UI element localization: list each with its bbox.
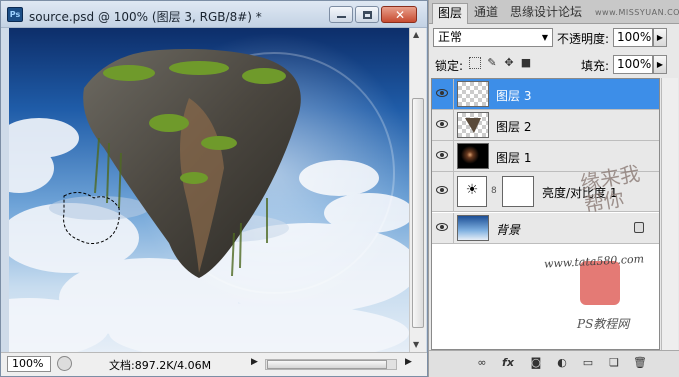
watermark-text: PS教程网 bbox=[577, 317, 630, 331]
navigator-icon[interactable] bbox=[57, 356, 72, 371]
layer-name: 背景 bbox=[496, 223, 521, 237]
site-watermark: www.MISSYUAN.COM bbox=[595, 8, 679, 17]
layer-name: 图层 3 bbox=[496, 89, 532, 103]
watermark-url: www.tata580.com bbox=[543, 252, 645, 271]
minimize-icon bbox=[337, 16, 346, 18]
opacity-label: 不透明度: bbox=[557, 32, 610, 46]
vertical-scrollbar[interactable]: ▲ ▼ bbox=[409, 28, 426, 352]
lock-position-icon[interactable]: ✥ bbox=[503, 57, 515, 69]
add-mask-icon[interactable]: ◙ bbox=[529, 356, 543, 370]
tab-forum[interactable]: 思缘设计论坛 bbox=[505, 3, 587, 24]
maximize-icon bbox=[363, 11, 372, 19]
info-menu-arrow-icon[interactable]: ▶ bbox=[251, 357, 258, 367]
vertical-scroll-thumb[interactable] bbox=[412, 98, 424, 328]
layer-thumbnail bbox=[457, 81, 489, 107]
adjustment-layer-icon[interactable]: ◐ bbox=[555, 356, 569, 370]
fill-label: 填充: bbox=[581, 59, 610, 73]
layer-name: 图层 1 bbox=[496, 151, 532, 165]
maximize-button[interactable] bbox=[355, 6, 379, 23]
close-icon: ✕ bbox=[395, 8, 406, 22]
layer-mask-thumbnail[interactable] bbox=[502, 176, 534, 207]
link-layers-icon[interactable]: ∞ bbox=[475, 356, 489, 370]
minimize-button[interactable] bbox=[329, 6, 353, 23]
lock-label: 锁定: bbox=[435, 59, 464, 73]
visibility-eye-icon[interactable] bbox=[432, 213, 454, 243]
panel-tabs: 图层 通道 思缘设计论坛 www.MISSYUAN.COM bbox=[429, 0, 679, 24]
horizontal-scrollbar[interactable] bbox=[265, 359, 397, 370]
chevron-down-icon: ▼ bbox=[541, 33, 548, 42]
close-button[interactable]: ✕ bbox=[381, 6, 417, 23]
new-group-icon[interactable]: ▭ bbox=[581, 356, 595, 370]
layer-thumbnail bbox=[457, 143, 489, 169]
blend-mode-value: 正常 bbox=[438, 30, 463, 44]
opacity-slider-icon[interactable]: ▶ bbox=[653, 28, 667, 47]
blend-row: 正常 ▼ 不透明度: 100% ▶ bbox=[429, 24, 679, 49]
fill-field[interactable]: 100% bbox=[613, 55, 653, 74]
layers-list: 图层 3 图层 2 图层 1 ☀ 8 亮度/对比度 1 背景 缘来我帮你 PS教… bbox=[431, 78, 660, 350]
lock-transparency-icon[interactable] bbox=[469, 57, 481, 69]
canvas-artwork bbox=[9, 33, 409, 352]
visibility-eye-icon[interactable] bbox=[432, 79, 454, 109]
layer-name: 图层 2 bbox=[496, 120, 532, 134]
horizontal-scroll-thumb[interactable] bbox=[267, 360, 387, 369]
document-titlebar[interactable]: Ps source.psd @ 100% (图层 3, RGB/8#) * ✕ bbox=[1, 1, 427, 28]
fill-slider-icon[interactable]: ▶ bbox=[653, 55, 667, 74]
link-chain-icon[interactable]: 8 bbox=[491, 186, 497, 196]
blend-mode-select[interactable]: 正常 ▼ bbox=[433, 28, 553, 47]
document-title: source.psd @ 100% (图层 3, RGB/8#) * bbox=[29, 10, 262, 24]
layer-row-3[interactable]: 图层 3 bbox=[432, 79, 659, 110]
lock-row: 锁定: ✎ ✥ ■ 填充: 100% ▶ bbox=[429, 51, 679, 76]
lock-all-icon[interactable]: ■ bbox=[520, 57, 532, 69]
document-info[interactable]: 文档:897.2K/4.06M bbox=[109, 357, 211, 373]
layers-panel: 图层 通道 思缘设计论坛 www.MISSYUAN.COM 正常 ▼ 不透明度:… bbox=[428, 0, 679, 377]
scroll-right-icon[interactable]: ▶ bbox=[405, 357, 412, 367]
scroll-up-icon[interactable]: ▲ bbox=[413, 31, 423, 39]
layer-row-background[interactable]: 背景 bbox=[432, 213, 659, 244]
layer-thumbnail bbox=[457, 112, 489, 138]
layers-bottom-toolbar: ∞ fx ◙ ◐ ▭ ❏ 🗑 bbox=[429, 350, 679, 377]
delete-layer-icon[interactable]: 🗑 bbox=[633, 356, 647, 370]
document-window: Ps source.psd @ 100% (图层 3, RGB/8#) * ✕ bbox=[0, 0, 428, 377]
layers-scrollbar[interactable] bbox=[661, 78, 678, 350]
brightness-contrast-icon: ☀ bbox=[457, 176, 487, 207]
new-layer-icon[interactable]: ❏ bbox=[607, 356, 621, 370]
visibility-eye-icon[interactable] bbox=[432, 110, 454, 140]
zoom-field[interactable]: 100% bbox=[7, 356, 51, 372]
lock-icon bbox=[634, 222, 644, 233]
scroll-down-icon[interactable]: ▼ bbox=[413, 341, 423, 349]
tab-layers[interactable]: 图层 bbox=[432, 3, 469, 24]
image-canvas[interactable] bbox=[9, 28, 409, 352]
layer-style-icon[interactable]: fx bbox=[501, 356, 515, 370]
tab-channels[interactable]: 通道 bbox=[469, 3, 503, 24]
visibility-eye-icon[interactable] bbox=[432, 141, 454, 171]
layer-row-2[interactable]: 图层 2 bbox=[432, 110, 659, 141]
opacity-field[interactable]: 100% bbox=[613, 28, 653, 47]
lock-pixels-icon[interactable]: ✎ bbox=[486, 57, 498, 69]
status-bar: 100% 文档:897.2K/4.06M ▶ ▶ bbox=[1, 352, 427, 376]
visibility-eye-icon[interactable] bbox=[432, 172, 454, 211]
ps-app-icon: Ps bbox=[7, 7, 23, 22]
layer-thumbnail bbox=[457, 215, 489, 241]
